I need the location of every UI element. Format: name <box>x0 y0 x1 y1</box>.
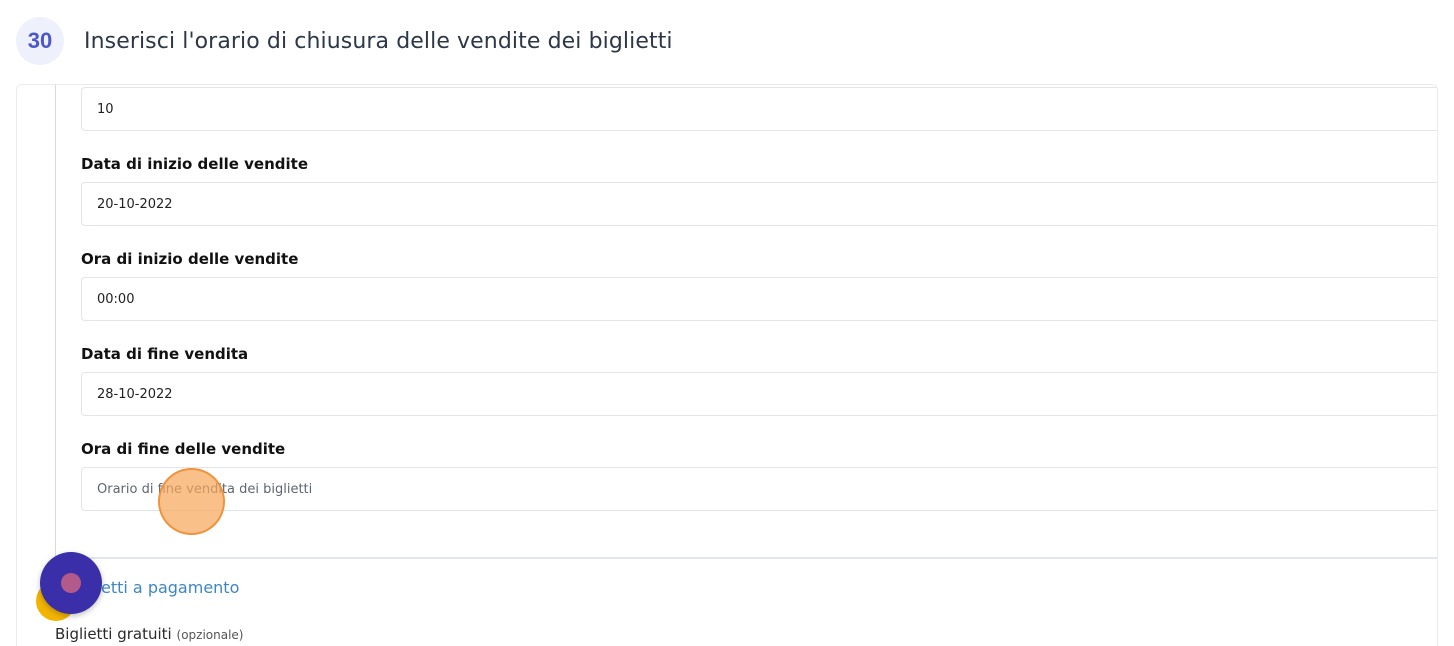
sale-start-time-field[interactable]: 00:00 <box>81 277 1437 321</box>
section-divider-vertical <box>55 85 56 557</box>
sale-start-time-label: Ora di inizio delle vendite <box>81 250 299 268</box>
free-tickets-label: Biglietti gratuiti (opzionale) <box>55 625 244 643</box>
chat-dot-icon <box>61 573 81 593</box>
quantity-field[interactable]: 10 <box>81 87 1437 131</box>
free-tickets-optional: (opzionale) <box>176 628 244 642</box>
sale-end-time-label: Ora di fine delle vendite <box>81 440 286 458</box>
sale-start-date-label: Data di inizio delle vendite <box>81 155 308 173</box>
paid-tickets-link[interactable]: etti a pagamento <box>101 578 239 597</box>
chat-bubble-icon[interactable] <box>40 552 102 614</box>
section-divider-horizontal <box>55 557 1437 559</box>
sale-end-date-field[interactable]: 28-10-2022 <box>81 372 1437 416</box>
sale-end-date-label: Data di fine vendita <box>81 345 249 363</box>
sale-end-time-input[interactable]: Orario di fine vendita dei biglietti <box>81 467 1437 511</box>
step-number-badge: 30 <box>16 17 64 65</box>
free-tickets-title: Biglietti gratuiti <box>55 625 172 643</box>
screenshot-frame: 10 Data di inizio delle vendite 20-10-20… <box>16 84 1438 646</box>
step-title: Inserisci l'orario di chiusura delle ven… <box>84 28 673 54</box>
step-header: 30 Inserisci l'orario di chiusura delle … <box>16 17 673 65</box>
sale-start-date-field[interactable]: 20-10-2022 <box>81 182 1437 226</box>
